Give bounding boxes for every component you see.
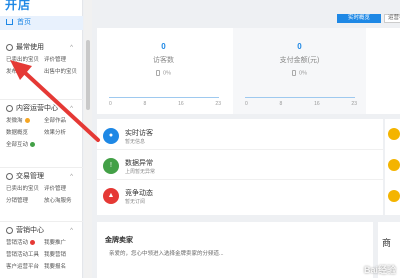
chevron-up-icon: ^	[70, 106, 73, 112]
activity-feed: ● 实时访客 暂无信息 ! 数据异常 上周暂无异常 ▲ 竞争动态 暂无订阅	[97, 119, 383, 215]
chart-axis	[109, 97, 219, 98]
stats-panel: 0 访客数 0% 0 8 16 23 0 支付金额(元) 0% 0 8 16 23	[97, 28, 400, 114]
feed-title: 竞争动态	[125, 190, 153, 197]
sidebar-item-campaign[interactable]: 营销活动	[6, 237, 44, 249]
feed-title: 实时访客	[125, 130, 153, 137]
section-title[interactable]: 交易管理 ^	[0, 171, 83, 183]
stat-change: 0%	[97, 70, 230, 76]
water-drop-icon: ●	[103, 128, 119, 144]
side-box-label: 商	[382, 238, 392, 248]
content-icon	[6, 104, 13, 112]
stat-visitors: 0 访客数 0% 0 8 16 23	[97, 28, 230, 114]
sidebar-item-weitao[interactable]: 发微淘	[6, 115, 44, 127]
sidebar-item-distribution[interactable]: 分销管理	[6, 195, 44, 207]
gold-seller-card: 金牌卖家 亲爱的，您心中领进入选择金牌卖家的分频道...	[97, 222, 373, 278]
sidebar-item-tools[interactable]: 营销活动工具	[6, 249, 44, 261]
card-body: 亲爱的，您心中领进入选择金牌卖家的分频道...	[109, 251, 224, 257]
home-label: 首页	[17, 19, 31, 26]
chart-ticks: 0 8 16 23	[109, 101, 221, 107]
main-content: 实时概览 运营视角 0 访客数 0% 081623 0 支付金额(元) 0% 0…	[92, 0, 400, 278]
gift-icon[interactable]	[388, 190, 400, 202]
feed-item-competition[interactable]: ▲ 竞争动态 暂无订阅	[97, 182, 383, 210]
stat-value: 0	[297, 42, 302, 51]
chevron-up-icon: ^	[70, 228, 73, 234]
scrollbar-thumb[interactable]	[86, 40, 90, 110]
sidebar-item-reviews[interactable]: 评价管理	[44, 54, 82, 66]
sidebar-item-works[interactable]: 全部作品	[44, 115, 82, 127]
new-dot-icon	[30, 142, 36, 148]
sidebar-item-publish[interactable]: 发布宝贝	[6, 66, 44, 78]
right-card	[385, 119, 400, 215]
watermark: Bai经验	[363, 265, 396, 275]
trade-icon	[6, 172, 13, 180]
new-dot-icon	[24, 118, 30, 124]
clock-icon	[6, 43, 13, 51]
stat-change: 0%	[233, 70, 366, 76]
sidebar-item-service[interactable]: 放心淘服务	[44, 195, 82, 207]
heart-icon[interactable]	[388, 159, 400, 171]
tab-live-overview[interactable]: 实时概览	[337, 14, 381, 23]
section-content: 内容运营中心 ^ 发微淘 全部作品 数据概览 效果分析 全部互动	[0, 96, 83, 151]
section-title[interactable]: 内容运营中心 ^	[0, 103, 83, 115]
feed-subtitle: 暂无信息	[125, 139, 146, 145]
chart-axis	[245, 97, 355, 98]
feed-item-anomaly[interactable]: ! 数据异常 上周暂无异常	[97, 152, 383, 180]
stat-value: 0	[161, 42, 166, 51]
feed-subtitle: 暂无订阅	[125, 199, 146, 205]
phone-icon	[292, 70, 297, 76]
card-title: 金牌卖家	[105, 237, 133, 244]
sidebar-item-crm[interactable]: 客户运营平台	[6, 261, 44, 273]
logo: 开店	[5, 0, 32, 12]
sidebar-item-home[interactable]: 首页	[0, 16, 83, 30]
sidebar-item-effect[interactable]: 效果分析	[44, 127, 82, 139]
home-icon	[6, 19, 13, 26]
sidebar-item-sold-2[interactable]: 已卖出的宝贝	[6, 183, 44, 195]
stat-label: 访客数	[153, 57, 174, 64]
section-title[interactable]: 最常使用 ^	[0, 42, 83, 54]
sidebar-item-promote[interactable]: 我要推广	[44, 237, 82, 249]
chevron-up-icon: ^	[70, 174, 73, 180]
badge-icon[interactable]	[388, 128, 400, 140]
feed-subtitle: 上周暂无异常	[125, 169, 156, 175]
hot-dot-icon	[30, 240, 36, 246]
stat-label: 支付金额(元)	[279, 57, 320, 64]
sidebar-scrollbar[interactable]	[84, 0, 92, 278]
section-frequent: 最常使用 ^ 已卖出的宝贝 评价管理 发布宝贝 出售中的宝贝	[0, 42, 83, 78]
sidebar-item-signup[interactable]: 我要报名	[44, 261, 82, 273]
sidebar-item-on-sale[interactable]: 出售中的宝贝	[44, 66, 82, 78]
sidebar-item-interact[interactable]: 全部互动	[6, 139, 44, 151]
sidebar: 开店 首页 最常使用 ^ 已卖出的宝贝 评价管理 发布宝贝 出售中的宝贝 内容运营中心…	[0, 0, 83, 278]
phone-icon	[156, 70, 161, 76]
marketing-icon	[6, 226, 13, 234]
section-trade: 交易管理 ^ 已卖出的宝贝 评价管理 分销管理 放心淘服务	[0, 164, 83, 207]
tab-ops-view[interactable]: 运营视角	[384, 14, 400, 23]
feed-item-visitors[interactable]: ● 实时访客 暂无信息	[97, 122, 383, 150]
feed-title: 数据异常	[125, 160, 153, 167]
sidebar-item-reviews-2[interactable]: 评价管理	[44, 183, 82, 195]
chevron-up-icon: ^	[70, 45, 73, 51]
sidebar-item-data-overview[interactable]: 数据概览	[6, 127, 44, 139]
megaphone-icon: ▲	[103, 188, 119, 204]
sidebar-item-sold[interactable]: 已卖出的宝贝	[6, 54, 44, 66]
section-marketing: 营销中心 ^ 营销活动 我要推广 营销活动工具 我要营销 客户运营平台 我要报名	[0, 218, 83, 273]
sidebar-item-marketing[interactable]: 我要营销	[44, 249, 82, 261]
section-title[interactable]: 营销中心 ^	[0, 225, 83, 237]
stat-payment: 0 支付金额(元) 0% 0 8 16 23	[233, 28, 366, 114]
alert-icon: !	[103, 158, 119, 174]
chart-ticks: 0 8 16 23	[245, 101, 357, 107]
